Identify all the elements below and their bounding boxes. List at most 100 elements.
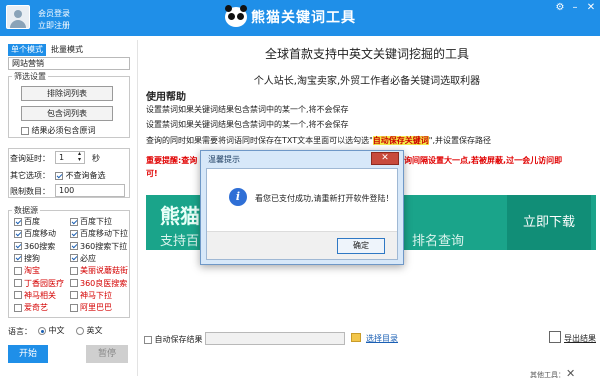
main-title: 全球首款支持中英文关键词挖掘的工具 <box>264 47 469 61</box>
interval-spinner[interactable]: ▴ ▾ <box>78 151 81 163</box>
datasource-checkbox[interactable] <box>70 279 78 287</box>
datasource-checkbox[interactable] <box>14 291 22 300</box>
datasource-label: 必应 <box>80 253 96 263</box>
panel-divider <box>137 40 138 376</box>
datasource-item[interactable]: 神马下拉 <box>70 290 112 301</box>
settings-icon[interactable]: ⚙ <box>552 0 568 16</box>
datasource-label: 神马下拉 <box>80 290 112 300</box>
member-login-link[interactable]: 会员登录 <box>38 8 70 19</box>
other-tools-label: 其他工具： <box>530 371 565 379</box>
avatar-head-icon <box>14 10 22 18</box>
datasource-checkbox[interactable] <box>70 291 78 300</box>
lang-cn-radio[interactable] <box>38 326 46 335</box>
datasource-checkbox[interactable] <box>70 303 78 312</box>
datasource-label: 美丽说蘑菇街 <box>80 266 128 276</box>
datasource-item[interactable]: 360搜索下拉 <box>70 241 127 252</box>
datasource-item[interactable]: 360搜索 <box>14 241 55 252</box>
lang-en-option[interactable]: 英文 <box>76 325 103 336</box>
help-title: 使用帮助 <box>146 92 186 103</box>
must-include-label: 结果必须包含原词 <box>31 126 96 135</box>
datasource-item[interactable]: 丁香园医疗 <box>14 278 64 289</box>
no-repeat-label: 不查询备选 <box>65 171 106 180</box>
datasource-item[interactable]: 必应 <box>70 253 96 264</box>
ok-button[interactable]: 确定 <box>337 238 385 254</box>
datasource-item[interactable]: 美丽说蘑菇街 <box>70 265 128 276</box>
lang-cn-option[interactable]: 中文 <box>38 325 65 336</box>
interval-unit: 秒 <box>92 154 100 163</box>
help-line-3: 查询的同时如果需要将词语同时保存在TXT文本里面可以选勾选"自动保存关键词",并… <box>146 135 491 146</box>
lang-en-radio[interactable] <box>76 326 84 335</box>
datasource-item[interactable]: 百度下拉 <box>70 216 112 227</box>
tools-icon[interactable]: ✕ <box>566 367 575 380</box>
datasource-checkbox[interactable] <box>14 254 22 263</box>
datasource-item[interactable]: 百度 <box>14 216 40 227</box>
datasource-checkbox[interactable] <box>70 242 78 251</box>
export-icon[interactable] <box>549 331 561 343</box>
main-subtitle: 个人站长,淘宝卖家,外贸工作者必备关键词选取利器 <box>253 76 481 87</box>
datasource-checkbox[interactable] <box>14 279 22 287</box>
datasource-item[interactable]: 搜狗 <box>14 253 40 264</box>
register-link[interactable]: 立即注册 <box>38 20 70 31</box>
autosave-highlight: 自动保存关键词 <box>372 136 429 145</box>
datasource-item[interactable]: 神马相关 <box>14 290 56 301</box>
datasource-item[interactable]: 阿里巴巴 <box>70 302 112 313</box>
choose-dir-link[interactable]: 选择目录 <box>366 333 398 344</box>
datasource-item[interactable]: 淘宝 <box>14 265 40 276</box>
close-button[interactable]: ✕ <box>583 0 599 16</box>
datasource-checkbox[interactable] <box>14 242 22 251</box>
datasource-checkbox[interactable] <box>14 266 22 275</box>
keyword-input[interactable]: 网站营销 <box>8 57 130 70</box>
datasource-label: 360良医搜索 <box>80 278 128 288</box>
lang-en-label: 英文 <box>86 326 103 335</box>
avatar-body-icon <box>10 20 26 28</box>
help-line-2: 设置禁词如果关键词结果包含禁词中的某一个,将不会保存 <box>146 120 349 129</box>
autosave-checkbox[interactable] <box>144 335 152 344</box>
datasource-checkbox[interactable] <box>14 229 22 238</box>
notice-dialog: 温馨提示 ✕ i 看您已支付成功,请重新打开软件登陆！ 确定 <box>200 150 404 265</box>
datasource-checkbox[interactable] <box>70 217 78 226</box>
exclude-words-button[interactable]: 排除词列表 <box>21 86 113 101</box>
datasource-checkbox[interactable] <box>14 217 22 226</box>
limit-input[interactable]: 100 <box>55 184 125 197</box>
dialog-title: 温馨提示 <box>208 155 240 164</box>
datasource-label: 爱奇艺 <box>24 303 48 313</box>
filter-settings-label: 筛选设置 <box>12 71 48 82</box>
avatar[interactable] <box>6 5 30 29</box>
tab-single-mode[interactable]: 单个模式 <box>8 44 46 56</box>
datasource-item[interactable]: 360良医搜索 <box>70 278 127 289</box>
datasource-item[interactable]: 百度移动下拉 <box>70 228 128 239</box>
lang-cn-label: 中文 <box>48 326 65 335</box>
datasource-checkbox[interactable] <box>70 229 78 238</box>
tab-batch-mode[interactable]: 批量模式 <box>48 44 86 56</box>
must-include-checkbox[interactable] <box>21 126 29 135</box>
dialog-close-button[interactable]: ✕ <box>371 152 399 165</box>
datasource-label: 360搜索 <box>24 241 56 251</box>
datasource-checkbox[interactable] <box>14 303 22 312</box>
pause-button[interactable]: 暂停 <box>86 345 128 363</box>
folder-icon[interactable] <box>351 333 361 342</box>
datasource-label: 百度下拉 <box>80 217 112 226</box>
datasource-checkbox[interactable] <box>70 254 78 263</box>
datasource-item[interactable]: 爱奇艺 <box>14 302 48 313</box>
banner-title: 熊猫 <box>160 204 200 228</box>
include-words-button[interactable]: 包含词列表 <box>21 106 113 121</box>
limit-label: 限制数目： <box>10 187 50 196</box>
autosave-option[interactable]: 自动保存结果 <box>144 334 203 345</box>
info-icon: i <box>229 188 247 206</box>
datasource-label: 丁香园医疗 <box>24 278 64 288</box>
warning-line-2: 可! <box>146 169 158 178</box>
export-link[interactable]: 导出结果 <box>564 333 596 344</box>
no-repeat-option[interactable]: 不查询备选 <box>55 170 106 181</box>
download-button[interactable]: 立即下载 <box>507 195 591 250</box>
no-repeat-checkbox[interactable] <box>55 171 63 180</box>
datasource-checkbox[interactable] <box>70 266 78 275</box>
start-button[interactable]: 开始 <box>8 345 48 363</box>
help-line-3-suffix: ",并设置保存路径 <box>428 136 492 145</box>
banner-line-2: 排名查询 <box>412 234 465 249</box>
datasource-item[interactable]: 百度移动 <box>14 228 56 239</box>
must-include-option[interactable]: 结果必须包含原词 <box>21 125 96 136</box>
save-path-input[interactable] <box>205 332 345 345</box>
panda-icon <box>225 5 247 27</box>
minimize-button[interactable]: – <box>567 0 583 16</box>
warning-line-1b: 查询间隔设置大一点,若被屏蔽,过一会儿访问即 <box>396 156 563 165</box>
